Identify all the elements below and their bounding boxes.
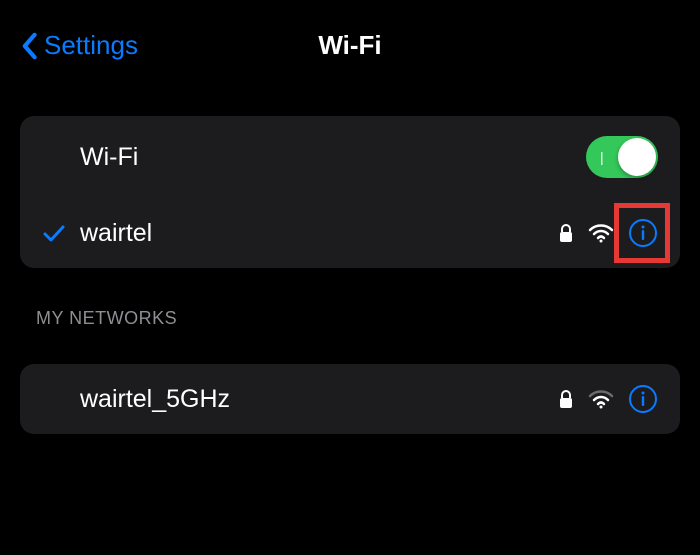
- wifi-signal-icon: [588, 389, 614, 409]
- wifi-signal-icon: [588, 223, 614, 243]
- network-name: wairtel_5GHz: [42, 385, 558, 414]
- wifi-toggle-row: Wi-Fi |: [20, 116, 680, 198]
- toggle-on-indicator: |: [600, 149, 604, 165]
- nav-bar: Settings Wi-Fi: [0, 0, 700, 81]
- lock-icon: [558, 389, 574, 409]
- lock-icon: [558, 223, 574, 243]
- toggle-knob: [618, 138, 656, 176]
- page-title: Wi-Fi: [318, 30, 381, 61]
- wifi-toggle-label: Wi-Fi: [42, 143, 586, 172]
- back-button[interactable]: Settings: [20, 30, 138, 61]
- connected-network-name: wairtel: [80, 219, 558, 248]
- my-networks-section: wairtel_5GHz: [20, 364, 680, 434]
- wifi-toggle[interactable]: |: [586, 136, 658, 178]
- info-icon[interactable]: [628, 218, 658, 248]
- wifi-main-section: Wi-Fi | wairtel: [20, 116, 680, 268]
- my-networks-header: My Networks: [36, 308, 680, 329]
- connected-network-row[interactable]: wairtel: [20, 198, 680, 268]
- checkmark-icon: [42, 223, 70, 243]
- info-icon[interactable]: [628, 384, 658, 414]
- network-row[interactable]: wairtel_5GHz: [20, 364, 680, 434]
- chevron-left-icon: [20, 32, 38, 60]
- back-label: Settings: [44, 30, 138, 61]
